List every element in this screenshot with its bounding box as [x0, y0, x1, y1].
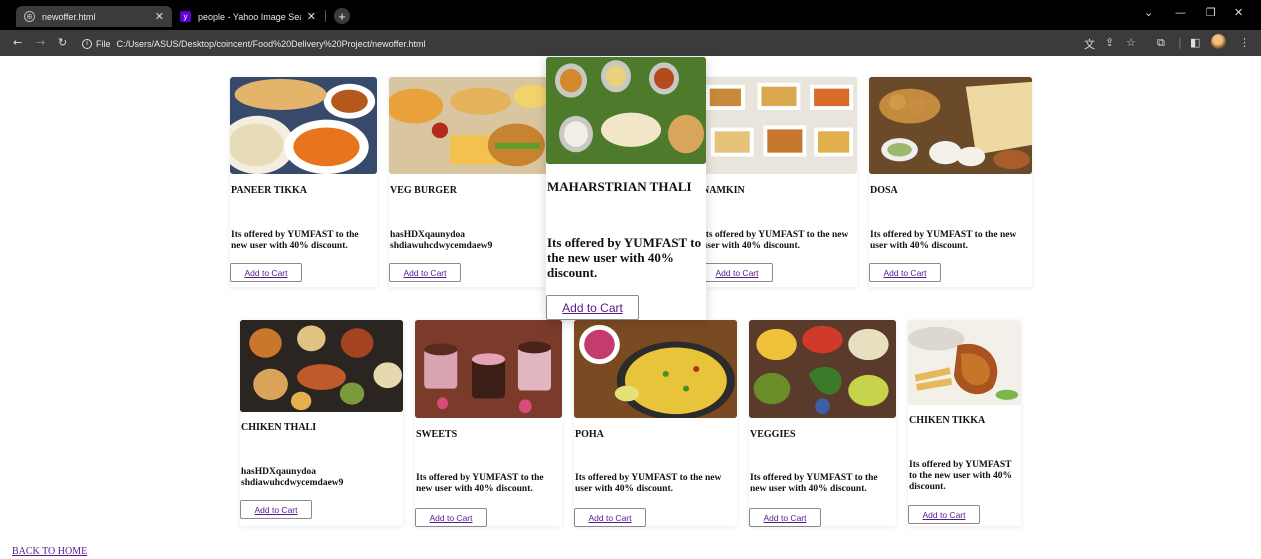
tab-search-icon[interactable]: ⌄ — [1144, 6, 1153, 19]
tab-separator — [325, 10, 326, 22]
sidepanel-icon[interactable]: ◧ — [1190, 36, 1200, 49]
offer-card-maharstrian-thali: MAHARSTRIAN THALI Its offered by YUMFAST … — [546, 57, 706, 320]
card-title: SWEETS — [416, 429, 458, 440]
offer-card-namkin: NAMKIN Its offered by YUMFAST to the new … — [701, 77, 857, 287]
url-scheme: File — [96, 38, 111, 49]
card-description: Its offered by YUMFAST to the new user w… — [750, 473, 878, 494]
forward-icon[interactable]: → — [36, 36, 45, 49]
restore-icon[interactable]: ❐ — [1206, 6, 1216, 19]
tab-yahoo-image-search[interactable]: y people - Yahoo Image Search R ✕ — [172, 6, 324, 27]
minimize-icon[interactable]: — — [1175, 6, 1186, 19]
info-icon[interactable]: i — [82, 38, 92, 49]
maharashtrian-thali-photo — [546, 57, 706, 164]
globe-icon: ⊕ — [24, 11, 35, 22]
add-to-cart-button[interactable]: Add to Cart — [749, 508, 821, 527]
veg-burger-photo — [389, 77, 552, 174]
url-text: C:/Users/ASUS/Desktop/coincent/Food%20De… — [116, 38, 426, 49]
offer-card-chiken-tikka: CHIKEN TIKKA Its offered by YUMFAST to th… — [908, 320, 1021, 526]
card-title: POHA — [575, 429, 604, 440]
star-icon[interactable]: ☆ — [1126, 36, 1136, 49]
reload-icon[interactable]: ↻ — [58, 36, 67, 49]
tab-title: people - Yahoo Image Search R — [198, 11, 301, 22]
browser-toolbar: ← → ↻ i File C:/Users/ASUS/Desktop/coinc… — [0, 30, 1261, 56]
address-bar[interactable]: i File C:/Users/ASUS/Desktop/coincent/Fo… — [82, 35, 1072, 52]
card-title: CHIKEN TIKKA — [909, 415, 986, 426]
back-to-home-link[interactable]: BACK TO HOME — [12, 546, 87, 557]
add-to-cart-button[interactable]: Add to Cart — [908, 505, 980, 524]
offer-card-sweets: SWEETS Its offered by YUMFAST to the new … — [415, 320, 562, 527]
card-description: Its offered by YUMFAST to the new user w… — [416, 473, 544, 494]
add-to-cart-button[interactable]: Add to Cart — [546, 295, 639, 320]
chiken-tikka-photo — [908, 320, 1021, 405]
card-description: Its offered by YUMFAST to the new user w… — [702, 230, 849, 251]
yahoo-icon: y — [180, 11, 191, 22]
add-to-cart-button[interactable]: Add to Cart — [230, 263, 302, 282]
offer-card-paneer-tikka: PANEER TIKKA Its offered by YUMFAST to th… — [230, 77, 377, 287]
tab-title: newoffer.html — [42, 11, 96, 22]
offer-card-veg-burger: VEG BURGER hasHDXqaunydoa shdiawuhcdwycem… — [389, 77, 552, 287]
dosa-photo — [869, 77, 1032, 174]
chiken-thali-photo — [240, 320, 403, 412]
poha-photo — [574, 320, 737, 418]
paneer-tikka-photo — [230, 77, 377, 174]
card-description: hasHDXqaunydoa shdiawuhcdwycemdaew9 — [241, 467, 344, 488]
toolbar-divider: | — [1178, 36, 1182, 49]
new-tab-button[interactable]: + — [334, 8, 350, 24]
translate-icon[interactable]: 文 — [1084, 36, 1095, 52]
card-title: CHIKEN THALI — [241, 422, 317, 433]
namkin-photo — [701, 77, 857, 174]
add-to-cart-button[interactable]: Add to Cart — [415, 508, 487, 527]
card-description: Its offered by YUMFAST to the new user w… — [575, 473, 722, 494]
card-title: DOSA — [870, 185, 898, 196]
offer-card-poha: POHA Its offered by YUMFAST to the new us… — [574, 320, 737, 527]
card-description: Its offered by YUMFAST to the new user w… — [909, 460, 1013, 492]
card-title: PANEER TIKKA — [231, 185, 308, 196]
card-title: VEG BURGER — [390, 185, 457, 196]
add-to-cart-button[interactable]: Add to Cart — [869, 263, 941, 282]
close-tab-icon[interactable]: ✕ — [307, 10, 316, 23]
card-description: Its offered by YUMFAST to the new user w… — [231, 230, 359, 251]
add-to-cart-button[interactable]: Add to Cart — [240, 500, 312, 519]
add-to-cart-button[interactable]: Add to Cart — [701, 263, 773, 282]
browser-tab-strip: ⊕ newoffer.html ✕ y people - Yahoo Image… — [0, 0, 1261, 30]
sweets-photo — [415, 320, 562, 418]
back-icon[interactable]: ← — [13, 36, 22, 49]
add-to-cart-button[interactable]: Add to Cart — [389, 263, 461, 282]
close-tab-icon[interactable]: ✕ — [155, 10, 164, 23]
offer-card-dosa: DOSA Its offered by YUMFAST to the new us… — [869, 77, 1032, 287]
extensions-icon[interactable]: ⧉ — [1157, 36, 1165, 50]
close-window-icon[interactable]: ✕ — [1234, 6, 1243, 19]
card-title: VEGGIES — [750, 429, 796, 440]
menu-icon[interactable]: ⋮ — [1239, 36, 1250, 49]
card-description: Its offered by YUMFAST to the new user w… — [547, 235, 702, 280]
card-description: hasHDXqaunydoa shdiawuhcdwycemdaew9 — [390, 230, 493, 251]
card-description: Its offered by YUMFAST to the new user w… — [870, 230, 1017, 251]
offer-card-veggies: VEGGIES Its offered by YUMFAST to the new… — [749, 320, 896, 527]
card-title: NAMKIN — [702, 185, 745, 196]
profile-avatar[interactable] — [1211, 34, 1226, 49]
card-title: MAHARSTRIAN THALI — [547, 179, 692, 194]
add-to-cart-button[interactable]: Add to Cart — [574, 508, 646, 527]
share-icon[interactable]: ⇪ — [1105, 36, 1114, 49]
tab-newoffer[interactable]: ⊕ newoffer.html ✕ — [16, 6, 172, 27]
offer-card-chiken-thali: CHIKEN THALI hasHDXqaunydoa shdiawuhcdwyc… — [240, 320, 403, 526]
veggies-photo — [749, 320, 896, 418]
